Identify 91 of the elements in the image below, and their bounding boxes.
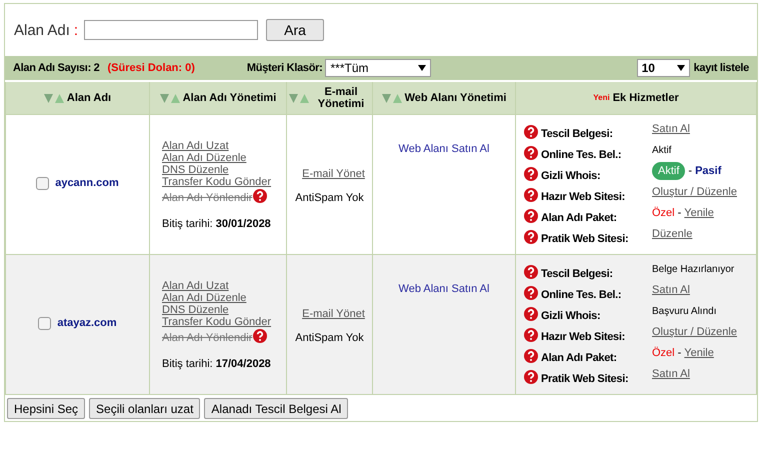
help-icon[interactable] xyxy=(524,167,538,181)
domain-action-link[interactable]: Alan Adı Düzenle xyxy=(162,292,246,304)
service-link[interactable]: Satın Al xyxy=(652,284,690,296)
help-icon[interactable] xyxy=(524,146,538,160)
help-icon[interactable] xyxy=(524,188,538,202)
email-manage-link[interactable]: E-mail Yönet xyxy=(302,308,365,320)
service-label: Hazır Web Sitesi: xyxy=(541,190,626,203)
dropdown-caret-icon xyxy=(676,65,685,71)
folder-select[interactable]: ***Tüm xyxy=(325,59,432,77)
action-button[interactable]: Hepsini Seç xyxy=(7,398,86,419)
column-header[interactable]: Web Alanı Yönetimi xyxy=(372,81,516,114)
service-link[interactable]: Yenile xyxy=(684,347,714,359)
expiry-label: Bitiş tarihi: xyxy=(162,218,213,230)
page-size-label: kayıt listele xyxy=(694,62,749,74)
service-label: Online Tes. Bel.: xyxy=(541,288,622,301)
help-icon[interactable] xyxy=(524,370,538,384)
service-label: Pratik Web Sitesi: xyxy=(541,232,630,245)
help-icon[interactable] xyxy=(524,230,538,244)
search-label: Alan Adı xyxy=(14,22,70,38)
domain-action-link[interactable]: DNS Düzenle xyxy=(162,304,229,316)
help-icon[interactable] xyxy=(524,209,538,223)
domain-action-link[interactable]: Alan Adı Uzat xyxy=(162,140,229,152)
service-link[interactable]: Satın Al xyxy=(652,123,690,135)
service-label: Alan Adı Paket: xyxy=(541,211,618,224)
action-button[interactable]: Alanadı Tescil Belgesi Al xyxy=(204,398,348,419)
column-title: Ek Hizmetler xyxy=(612,92,679,104)
help-icon[interactable] xyxy=(524,265,538,279)
row-checkbox[interactable] xyxy=(38,316,52,330)
service-link[interactable]: Pasif xyxy=(695,165,722,177)
column-header[interactable]: Alan Adı Yönetimi xyxy=(150,81,286,114)
service-status: Aktif xyxy=(652,144,672,156)
domain-action-link[interactable]: Transfer Kodu Gönder xyxy=(162,176,272,188)
help-icon[interactable] xyxy=(524,349,538,363)
service-status: Başvuru Alındı xyxy=(652,306,716,316)
search-field[interactable] xyxy=(84,20,258,40)
domain-action-link[interactable]: DNS Düzenle xyxy=(162,164,229,176)
domain-action-link[interactable]: Alan Adı Düzenle xyxy=(162,152,246,164)
service-link[interactable]: Oluştur / Düzenle xyxy=(652,326,737,338)
expiry-date: 30/01/2028 xyxy=(216,218,271,230)
web-hosting-link[interactable]: Web Alanı Satın Al xyxy=(398,283,490,295)
page-size-select[interactable]: 10 xyxy=(636,59,690,77)
action-button[interactable]: Seçili olanları uzat xyxy=(89,398,200,419)
help-icon[interactable] xyxy=(524,125,538,139)
column-title: E-mail Yönetimi xyxy=(316,86,366,110)
service-label: Gizli Whois: xyxy=(541,309,602,322)
row-checkbox[interactable] xyxy=(36,176,50,190)
package-type: Özel xyxy=(652,207,675,219)
service-label: Alan Adı Paket: xyxy=(541,351,618,364)
service-link[interactable]: Yenile xyxy=(684,207,714,219)
antispam-status: AntiSpam Yok xyxy=(294,192,365,204)
service-label: Pratik Web Sitesi: xyxy=(541,372,630,385)
column-title: Web Alanı Yönetimi xyxy=(404,92,506,104)
web-hosting-link[interactable]: Web Alanı Satın Al xyxy=(398,143,490,155)
service-link[interactable]: Oluştur / Düzenle xyxy=(652,186,737,198)
column-title: Alan Adı xyxy=(66,92,112,104)
separator: - xyxy=(678,347,682,359)
antispam-status: AntiSpam Yok xyxy=(294,332,365,344)
folder-label: Müşteri Klasör: xyxy=(246,62,322,74)
new-label: Yeni xyxy=(593,92,610,104)
service-link[interactable]: Satın Al xyxy=(652,368,690,380)
help-icon[interactable] xyxy=(524,307,538,321)
expiry-date: 17/04/2028 xyxy=(216,358,271,370)
service-link[interactable]: Düzenle xyxy=(652,228,692,240)
help-icon[interactable] xyxy=(253,328,268,342)
domain-name[interactable]: aycann.com xyxy=(55,177,119,189)
separator: - xyxy=(678,207,682,219)
column-header[interactable]: E-mail Yönetimi xyxy=(286,81,372,114)
service-label: Tescil Belgesi: xyxy=(541,267,614,280)
email-manage-link[interactable]: E-mail Yönet xyxy=(302,168,365,180)
domain-count: Alan Adı Sayısı: 2 xyxy=(13,62,100,74)
search-label-colon: : xyxy=(74,22,78,38)
help-icon[interactable] xyxy=(253,188,268,202)
help-icon[interactable] xyxy=(524,286,538,300)
help-icon[interactable] xyxy=(524,328,538,342)
service-label: Online Tes. Bel.: xyxy=(541,148,622,161)
expired-count: (Süresi Dolan: 0) xyxy=(108,62,195,74)
separator: - xyxy=(688,165,692,177)
service-status: Belge Hazırlanıyor xyxy=(652,264,734,274)
service-label: Hazır Web Sitesi: xyxy=(541,330,626,343)
expiry-label: Bitiş tarihi: xyxy=(162,358,213,370)
column-title: Alan Adı Yönetimi xyxy=(182,92,276,104)
dropdown-caret-icon xyxy=(418,65,426,71)
search-button[interactable]: Ara xyxy=(266,19,324,41)
service-label: Gizli Whois: xyxy=(541,169,602,182)
column-header[interactable]: Yeni Ek Hizmetler xyxy=(516,81,756,114)
package-type: Özel xyxy=(652,347,675,359)
service-label: Tescil Belgesi: xyxy=(541,127,614,140)
column-header[interactable]: Alan Adı xyxy=(6,81,150,114)
domain-name[interactable]: atayaz.com xyxy=(57,317,117,329)
domain-action-link[interactable]: Transfer Kodu Gönder xyxy=(162,316,272,328)
domain-action-link[interactable]: Alan Adı Uzat xyxy=(162,280,229,292)
